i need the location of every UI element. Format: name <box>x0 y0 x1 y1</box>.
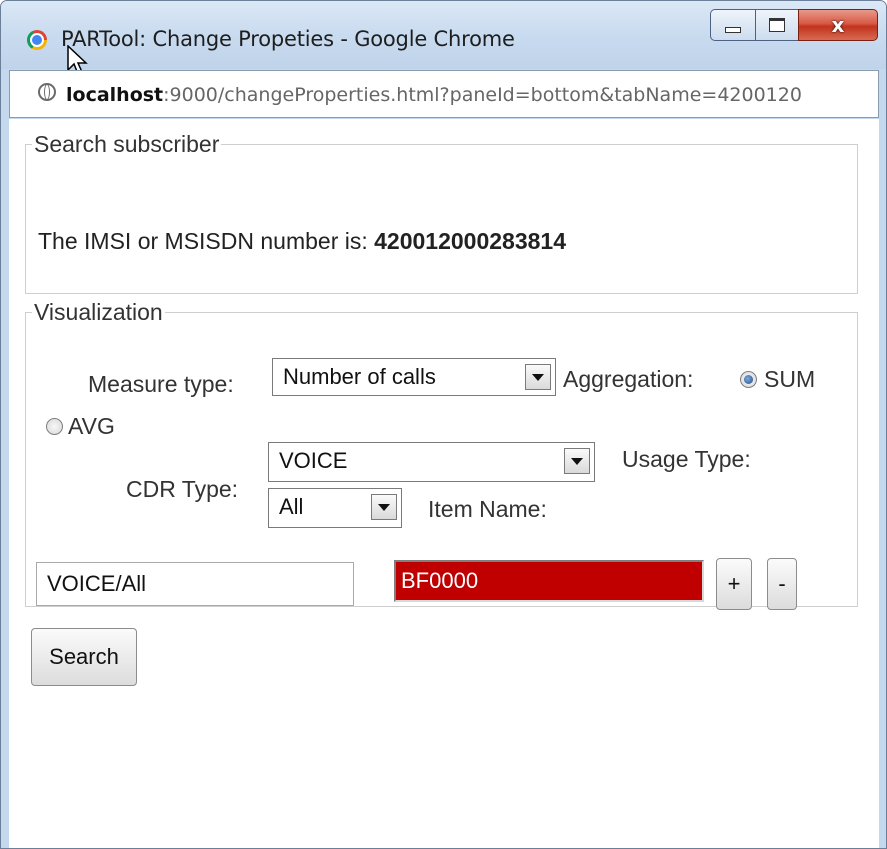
aggregation-avg-radio[interactable] <box>46 418 63 435</box>
url-path: :9000/changeProperties.html?paneId=botto… <box>163 84 802 106</box>
search-subscriber-fieldset: Search subscriber The IMSI or MSISDN num… <box>25 131 858 294</box>
usage-type-chevron-down-icon <box>371 494 397 520</box>
url-text: localhost:9000/changeProperties.html?pan… <box>66 84 802 106</box>
visualization-legend: Visualization <box>34 299 163 325</box>
cdr-type-value: VOICE <box>279 448 348 473</box>
imsi-line: The IMSI or MSISDN number is: 4200120002… <box>38 228 566 255</box>
measure-type-value: Number of calls <box>283 364 436 389</box>
measure-type-select[interactable]: Number of calls <box>272 358 556 396</box>
color-input[interactable]: BF0000 <box>394 560 704 602</box>
item-name-input[interactable]: VOICE/All <box>36 562 354 606</box>
aggregation-sum-radio[interactable] <box>740 371 757 388</box>
browser-window: PARTool: Change Propeties - Google Chrom… <box>0 0 887 849</box>
cdr-type-chevron-down-icon <box>564 448 590 474</box>
page-content: Search subscriber The IMSI or MSISDN num… <box>9 119 879 848</box>
address-bar[interactable]: localhost:9000/changeProperties.html?pan… <box>9 70 879 118</box>
minimize-icon <box>725 27 741 33</box>
chrome-logo-icon <box>27 30 47 50</box>
aggregation-label: Aggregation: <box>563 366 694 392</box>
title-bar[interactable]: PARTool: Change Propeties - Google Chrom… <box>1 1 886 76</box>
usage-type-value: All <box>279 494 304 519</box>
close-icon: x <box>831 13 845 37</box>
cdr-type-select[interactable]: VOICE <box>268 442 595 482</box>
usage-type-select[interactable]: All <box>268 488 402 528</box>
search-subscriber-legend: Search subscriber <box>34 131 220 157</box>
imsi-label: The IMSI or MSISDN number is: <box>38 228 375 254</box>
cdr-type-label: CDR Type: <box>126 476 239 502</box>
add-item-button[interactable]: + <box>716 558 752 610</box>
usage-type-label: Usage Type: <box>622 446 751 472</box>
maximize-icon <box>769 18 785 32</box>
measure-type-chevron-down-icon <box>525 364 551 390</box>
item-name-label: Item Name: <box>428 496 547 522</box>
aggregation-avg-label: AVG <box>68 413 115 439</box>
remove-item-button[interactable]: - <box>767 558 797 610</box>
measure-type-label: Measure type: <box>88 371 234 397</box>
window-title: PARTool: Change Propeties - Google Chrom… <box>61 27 515 51</box>
caption-buttons: x <box>710 9 878 43</box>
search-button[interactable]: Search <box>31 628 137 686</box>
imsi-value: 420012000283814 <box>374 228 567 254</box>
maximize-button[interactable] <box>755 9 799 41</box>
close-button[interactable]: x <box>798 9 878 41</box>
minimize-button[interactable] <box>710 9 756 41</box>
aggregation-sum-label: SUM <box>764 366 816 392</box>
visualization-fieldset: Visualization Measure type: Number of ca… <box>25 299 858 610</box>
url-host: localhost <box>66 84 164 106</box>
globe-icon <box>38 83 56 101</box>
